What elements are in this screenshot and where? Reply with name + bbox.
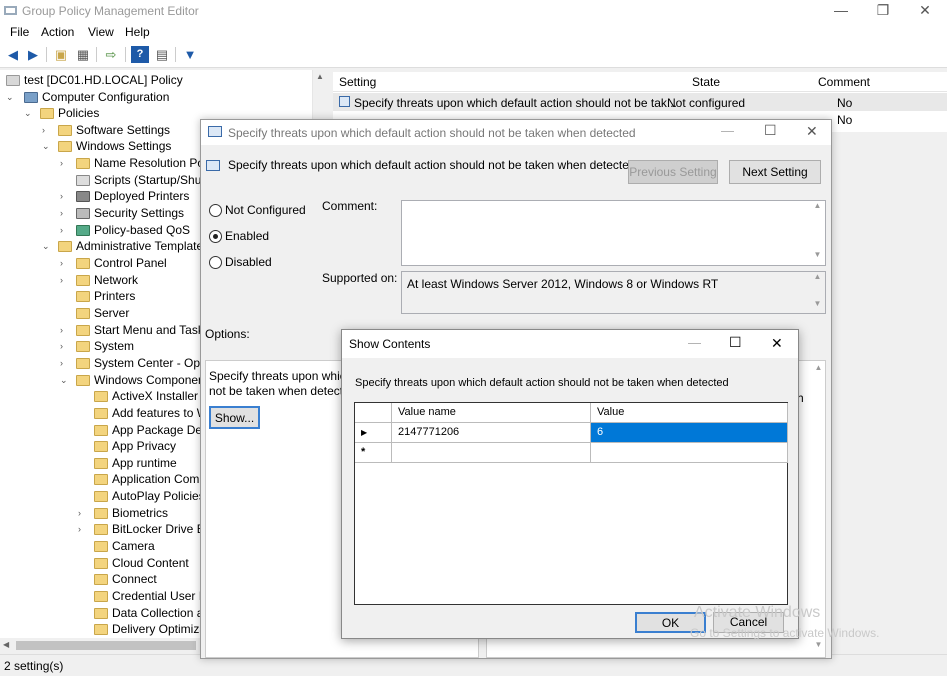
radio-enabled-label: Enabled	[225, 229, 270, 243]
maximize-button[interactable]: ❐	[860, 0, 906, 22]
app-icon	[4, 6, 17, 15]
show-close-button[interactable]: ✕	[771, 335, 783, 352]
new-value-cell[interactable]	[591, 443, 788, 463]
minimize-button[interactable]: —	[818, 0, 864, 22]
policy-header: Specify threats upon which default actio…	[228, 158, 636, 172]
settings-list-header: Setting State Comment	[333, 72, 947, 92]
tree-horizontal-scrollbar[interactable]: ◀	[0, 638, 211, 653]
setting-icon	[339, 96, 350, 107]
supported-scrollbar[interactable]: ▲ ▼	[810, 272, 825, 313]
comment-scrollbar[interactable]: ▲ ▼	[810, 201, 825, 265]
toolbar: ◀ ▶ ▣ ▦ ⇨ ? ▤ ▼	[0, 42, 947, 68]
properties-icon[interactable]: ▤	[153, 46, 171, 63]
radio-enabled[interactable]	[209, 230, 222, 243]
show-contents-description: Specify threats upon which default actio…	[355, 377, 729, 389]
column-state[interactable]: State	[692, 75, 720, 89]
radio-disabled[interactable]	[209, 256, 222, 269]
radio-not-configured[interactable]	[209, 204, 222, 217]
column-value-name[interactable]: Value name	[392, 403, 591, 423]
menu-view[interactable]: View	[88, 25, 114, 39]
menu-help[interactable]: Help	[125, 25, 150, 39]
activation-watermark-text: Go to Settings to activate Windows.	[690, 626, 880, 640]
show-button[interactable]: Show...	[209, 406, 260, 429]
back-arrow-icon[interactable]: ◀	[4, 46, 22, 63]
value-cell[interactable]: 6	[591, 423, 788, 443]
window-title: Group Policy Management Editor	[22, 4, 199, 18]
show-contents-title: Show Contents	[349, 337, 431, 351]
options-label: Options:	[205, 327, 250, 341]
supported-on-label: Supported on:	[322, 271, 398, 285]
column-comment[interactable]: Comment	[818, 75, 870, 89]
new-value-name-cell[interactable]	[392, 443, 591, 463]
previous-setting-button[interactable]: Previous Setting	[628, 160, 718, 184]
status-text: 2 setting(s)	[4, 659, 64, 673]
column-value[interactable]: Value	[591, 403, 788, 423]
policy-close-button[interactable]: ✕	[806, 123, 818, 140]
filter-icon[interactable]: ▼	[181, 46, 199, 63]
show-contents-dialog: Show Contents — ☐ ✕ Specify threats upon…	[341, 329, 799, 639]
menu-file[interactable]: File	[10, 25, 29, 39]
current-row-marker: ▶	[355, 423, 392, 443]
radio-not-configured-label: Not Configured	[225, 203, 306, 217]
policy-dialog-titlebar: Specify threats upon which default actio…	[201, 120, 831, 145]
policy-maximize-button[interactable]: ☐	[764, 122, 777, 139]
supported-on-field: At least Windows Server 2012, Windows 8 …	[401, 271, 826, 314]
policy-icon	[208, 126, 222, 137]
title-bar: Group Policy Management Editor — ❐ ✕	[0, 0, 947, 22]
policy-minimize-button[interactable]: —	[721, 123, 734, 138]
policy-header-icon	[206, 160, 220, 171]
show-minimize-button[interactable]: —	[688, 335, 701, 350]
show-maximize-button[interactable]: ☐	[729, 334, 742, 351]
menu-action[interactable]: Action	[41, 25, 74, 39]
menu-bar: File Action View Help	[0, 22, 947, 42]
up-folder-icon[interactable]: ▣	[52, 46, 70, 63]
comment-field[interactable]: ▲ ▼	[401, 200, 826, 266]
value-name-cell[interactable]: 2147771206	[392, 423, 591, 443]
policy-dialog-title: Specify threats upon which default actio…	[228, 126, 636, 140]
next-setting-button[interactable]: Next Setting	[729, 160, 821, 184]
new-row-marker: *	[355, 443, 392, 463]
show-contents-titlebar: Show Contents — ☐ ✕	[342, 330, 798, 358]
forward-arrow-icon[interactable]: ▶	[24, 46, 42, 63]
activation-watermark-title: Activate Windows	[694, 604, 821, 621]
close-button[interactable]: ✕	[902, 0, 947, 22]
table-row[interactable]: Specify threats upon which default actio…	[333, 93, 947, 111]
radio-disabled-label: Disabled	[225, 255, 272, 269]
export-list-icon[interactable]: ⇨	[102, 46, 120, 63]
help-icon[interactable]: ?	[131, 46, 149, 63]
comment-label: Comment:	[322, 199, 378, 213]
show-hide-tree-icon[interactable]: ▦	[74, 46, 92, 63]
values-grid: Value name Value ▶ 2147771206 6 *	[354, 402, 788, 605]
column-setting[interactable]: Setting	[339, 75, 376, 89]
